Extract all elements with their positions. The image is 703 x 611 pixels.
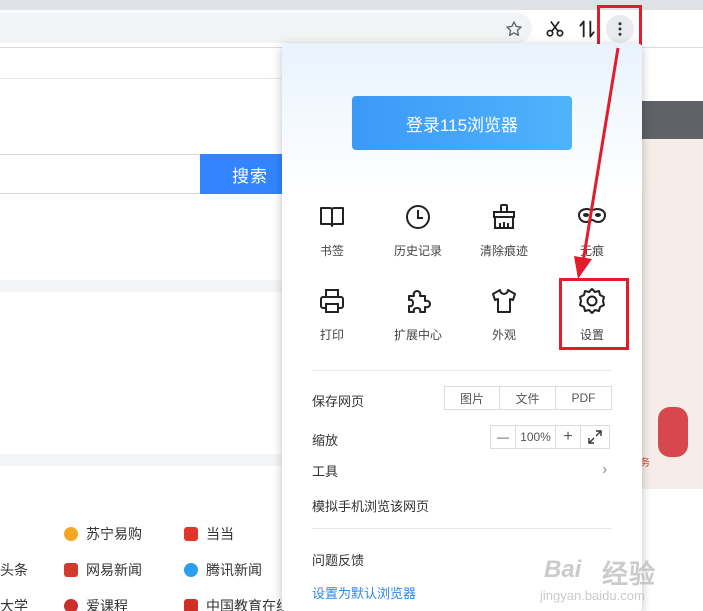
link-dangdang[interactable]: 当当 xyxy=(184,524,234,544)
link-suning[interactable]: 苏宁易购 xyxy=(64,524,142,544)
incognito-mask-icon xyxy=(577,202,607,232)
menu-separator xyxy=(312,528,612,529)
settings-highlight xyxy=(559,278,629,350)
banner-header xyxy=(640,101,703,139)
search-input[interactable] xyxy=(0,154,201,194)
menu-item-extensions[interactable]: 扩展中心 xyxy=(373,286,463,356)
menu-button-highlight xyxy=(597,5,642,47)
link-university[interactable]: 大学 xyxy=(0,596,28,611)
clock-icon xyxy=(403,202,433,232)
link-eol[interactable]: 中国教育在线 xyxy=(184,596,290,611)
link-icourse[interactable]: 爱课程 xyxy=(64,596,128,611)
tencent-news-icon xyxy=(184,563,198,577)
menu-separator xyxy=(312,370,612,371)
banner-badge xyxy=(658,407,688,457)
chevron-right-icon: › xyxy=(602,461,608,478)
dangdang-icon xyxy=(184,527,198,541)
menu-header: 登录115浏览器 xyxy=(282,44,642,194)
zoom-level: 100% xyxy=(516,426,556,448)
icourse-icon xyxy=(64,599,78,611)
link-toutiao[interactable]: 头条 xyxy=(0,560,28,580)
netease-icon xyxy=(64,563,78,577)
banner-tag: 务 xyxy=(640,458,650,469)
save-page-options: 图片 文件 PDF xyxy=(444,386,612,410)
fullscreen-icon[interactable] xyxy=(581,426,609,448)
login-button[interactable]: 登录115浏览器 xyxy=(352,96,572,150)
browser-menu-popup: 登录115浏览器 书签 历史记录 清除痕迹 无痕 打印 扩展中心 外观 设置 保… xyxy=(282,44,642,611)
broom-icon xyxy=(489,202,519,232)
menu-item-tools[interactable]: 工具 xyxy=(312,461,338,480)
menu-item-feedback[interactable]: 问题反馈 xyxy=(312,550,364,569)
zoom-in-button[interactable]: + xyxy=(556,426,581,448)
save-as-image-button[interactable]: 图片 xyxy=(445,387,500,409)
printer-icon xyxy=(317,286,347,316)
scissors-icon[interactable] xyxy=(541,15,569,43)
menu-item-clear-traces[interactable]: 清除痕迹 xyxy=(459,202,549,272)
menu-item-incognito[interactable]: 无痕 xyxy=(547,202,637,272)
menu-item-mobile-view[interactable]: 模拟手机浏览该网页 xyxy=(312,496,429,515)
puzzle-icon xyxy=(403,286,433,316)
book-icon xyxy=(317,202,347,232)
menu-item-bookmarks[interactable]: 书签 xyxy=(287,202,377,272)
save-as-pdf-button[interactable]: PDF xyxy=(556,387,611,409)
menu-item-appearance[interactable]: 外观 xyxy=(459,286,549,356)
page-divider xyxy=(0,78,285,79)
bookmark-star-icon[interactable] xyxy=(500,15,528,43)
menu-item-history[interactable]: 历史记录 xyxy=(373,202,463,272)
address-bar[interactable] xyxy=(0,13,532,43)
link-tencent-news[interactable]: 腾讯新闻 xyxy=(184,560,262,580)
side-banner[interactable]: 务 xyxy=(640,139,703,489)
baidu-watermark: Bai 经验 jingyan.baidu.com xyxy=(540,556,657,603)
save-as-file-button[interactable]: 文件 xyxy=(500,387,556,409)
zoom-label: 缩放 xyxy=(312,433,339,448)
save-page-label: 保存网页 xyxy=(312,394,365,409)
suning-icon xyxy=(64,527,78,541)
page-band xyxy=(0,454,285,466)
menu-item-print[interactable]: 打印 xyxy=(287,286,377,356)
zoom-controls: — 100% + xyxy=(490,425,610,449)
link-netease-news[interactable]: 网易新闻 xyxy=(64,560,142,580)
zoom-out-button[interactable]: — xyxy=(491,426,516,448)
set-default-browser-link[interactable]: 设置为默认浏览器 xyxy=(312,583,416,602)
shirt-icon xyxy=(489,286,519,316)
page-band xyxy=(0,280,285,292)
eol-icon xyxy=(184,599,198,611)
